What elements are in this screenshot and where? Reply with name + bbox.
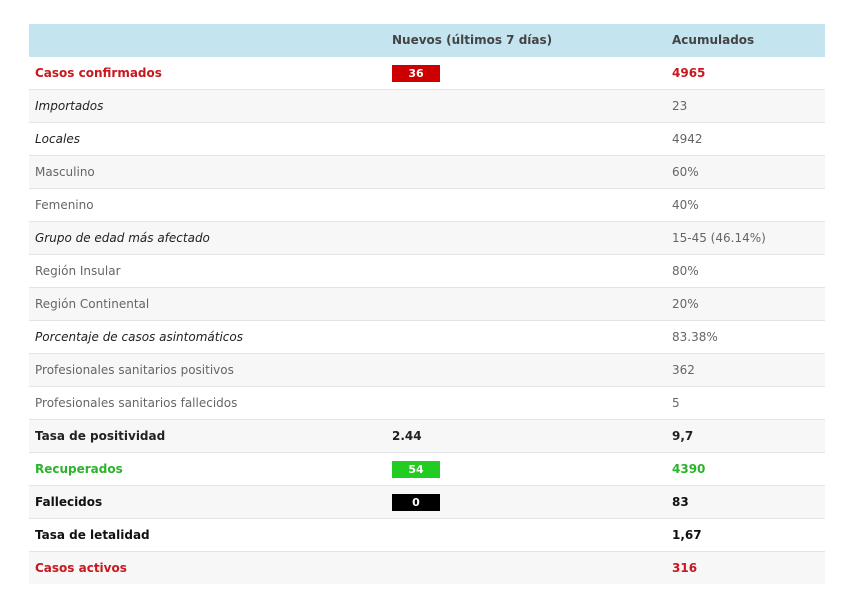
table-row-importados: Importados 23 <box>29 90 825 123</box>
table-row-sanitarios-positivos: Profesionales sanitarios positivos 362 <box>29 354 825 387</box>
table-row-grupo-edad: Grupo de edad más afectado 15-45 (46.14%… <box>29 222 825 255</box>
row-acumulado: 20% <box>672 297 699 311</box>
row-acumulado: 9,7 <box>672 429 694 443</box>
table-row-region-insular: Región Insular 80% <box>29 255 825 288</box>
row-acumulado: 316 <box>672 561 698 575</box>
header-acumulados: Acumulados <box>672 33 755 47</box>
row-acumulado: 83 <box>672 495 689 509</box>
row-acumulado: 60% <box>672 165 699 179</box>
table-row-sanitarios-fallecidos: Profesionales sanitarios fallecidos 5 <box>29 387 825 420</box>
row-acumulado: 4965 <box>672 66 706 80</box>
row-label: Porcentaje de casos asintomáticos <box>35 330 243 344</box>
row-acumulado: 15-45 (46.14%) <box>672 231 766 245</box>
table-header-row: Nuevos (últimos 7 días) Acumulados <box>29 24 825 57</box>
table-row-masculino: Masculino 60% <box>29 156 825 189</box>
row-label: Región Insular <box>35 264 121 278</box>
covid-stats-table: Nuevos (últimos 7 días) Acumulados Casos… <box>29 24 825 584</box>
row-label: Femenino <box>35 198 94 212</box>
table-row-casos-confirmados: Casos confirmados 36 4965 <box>29 57 825 90</box>
row-acumulado: 4390 <box>672 462 706 476</box>
row-acumulado: 362 <box>672 363 695 377</box>
row-label: Masculino <box>35 165 95 179</box>
row-label: Grupo de edad más afectado <box>35 231 210 245</box>
row-acumulado: 5 <box>672 396 680 410</box>
table-row-asintomaticos: Porcentaje de casos asintomáticos 83.38% <box>29 321 825 354</box>
row-label: Locales <box>35 132 80 146</box>
row-acumulado: 1,67 <box>672 528 702 542</box>
table-row-tasa-positividad: Tasa de positividad 2.44 9,7 <box>29 420 825 453</box>
table-row-locales: Locales 4942 <box>29 123 825 156</box>
row-label: Importados <box>35 99 104 113</box>
row-acumulado: 40% <box>672 198 699 212</box>
nuevos-badge-black: 0 <box>392 494 440 511</box>
row-nuevo: 2.44 <box>392 429 422 443</box>
table-row-femenino: Femenino 40% <box>29 189 825 222</box>
table-row-tasa-letalidad: Tasa de letalidad 1,67 <box>29 519 825 552</box>
nuevos-badge-red: 36 <box>392 65 440 82</box>
row-label: Casos confirmados <box>35 66 162 80</box>
row-acumulado: 80% <box>672 264 699 278</box>
row-label: Región Continental <box>35 297 150 311</box>
nuevos-badge-green: 54 <box>392 461 440 478</box>
table-row-fallecidos: Fallecidos 0 83 <box>29 486 825 519</box>
row-label: Recuperados <box>35 462 123 476</box>
header-nuevos: Nuevos (últimos 7 días) <box>392 33 553 47</box>
table-row-casos-activos: Casos activos 316 <box>29 552 825 584</box>
row-label: Profesionales sanitarios positivos <box>35 363 234 377</box>
table-row-region-continental: Región Continental 20% <box>29 288 825 321</box>
row-acumulado: 4942 <box>672 132 703 146</box>
row-acumulado: 83.38% <box>672 330 718 344</box>
row-acumulado: 23 <box>672 99 688 113</box>
row-label: Tasa de positividad <box>35 429 166 443</box>
row-label: Profesionales sanitarios fallecidos <box>35 396 238 410</box>
table-row-recuperados: Recuperados 54 4390 <box>29 453 825 486</box>
row-label: Tasa de letalidad <box>35 528 150 542</box>
row-label: Fallecidos <box>35 495 103 509</box>
row-label: Casos activos <box>35 561 127 575</box>
